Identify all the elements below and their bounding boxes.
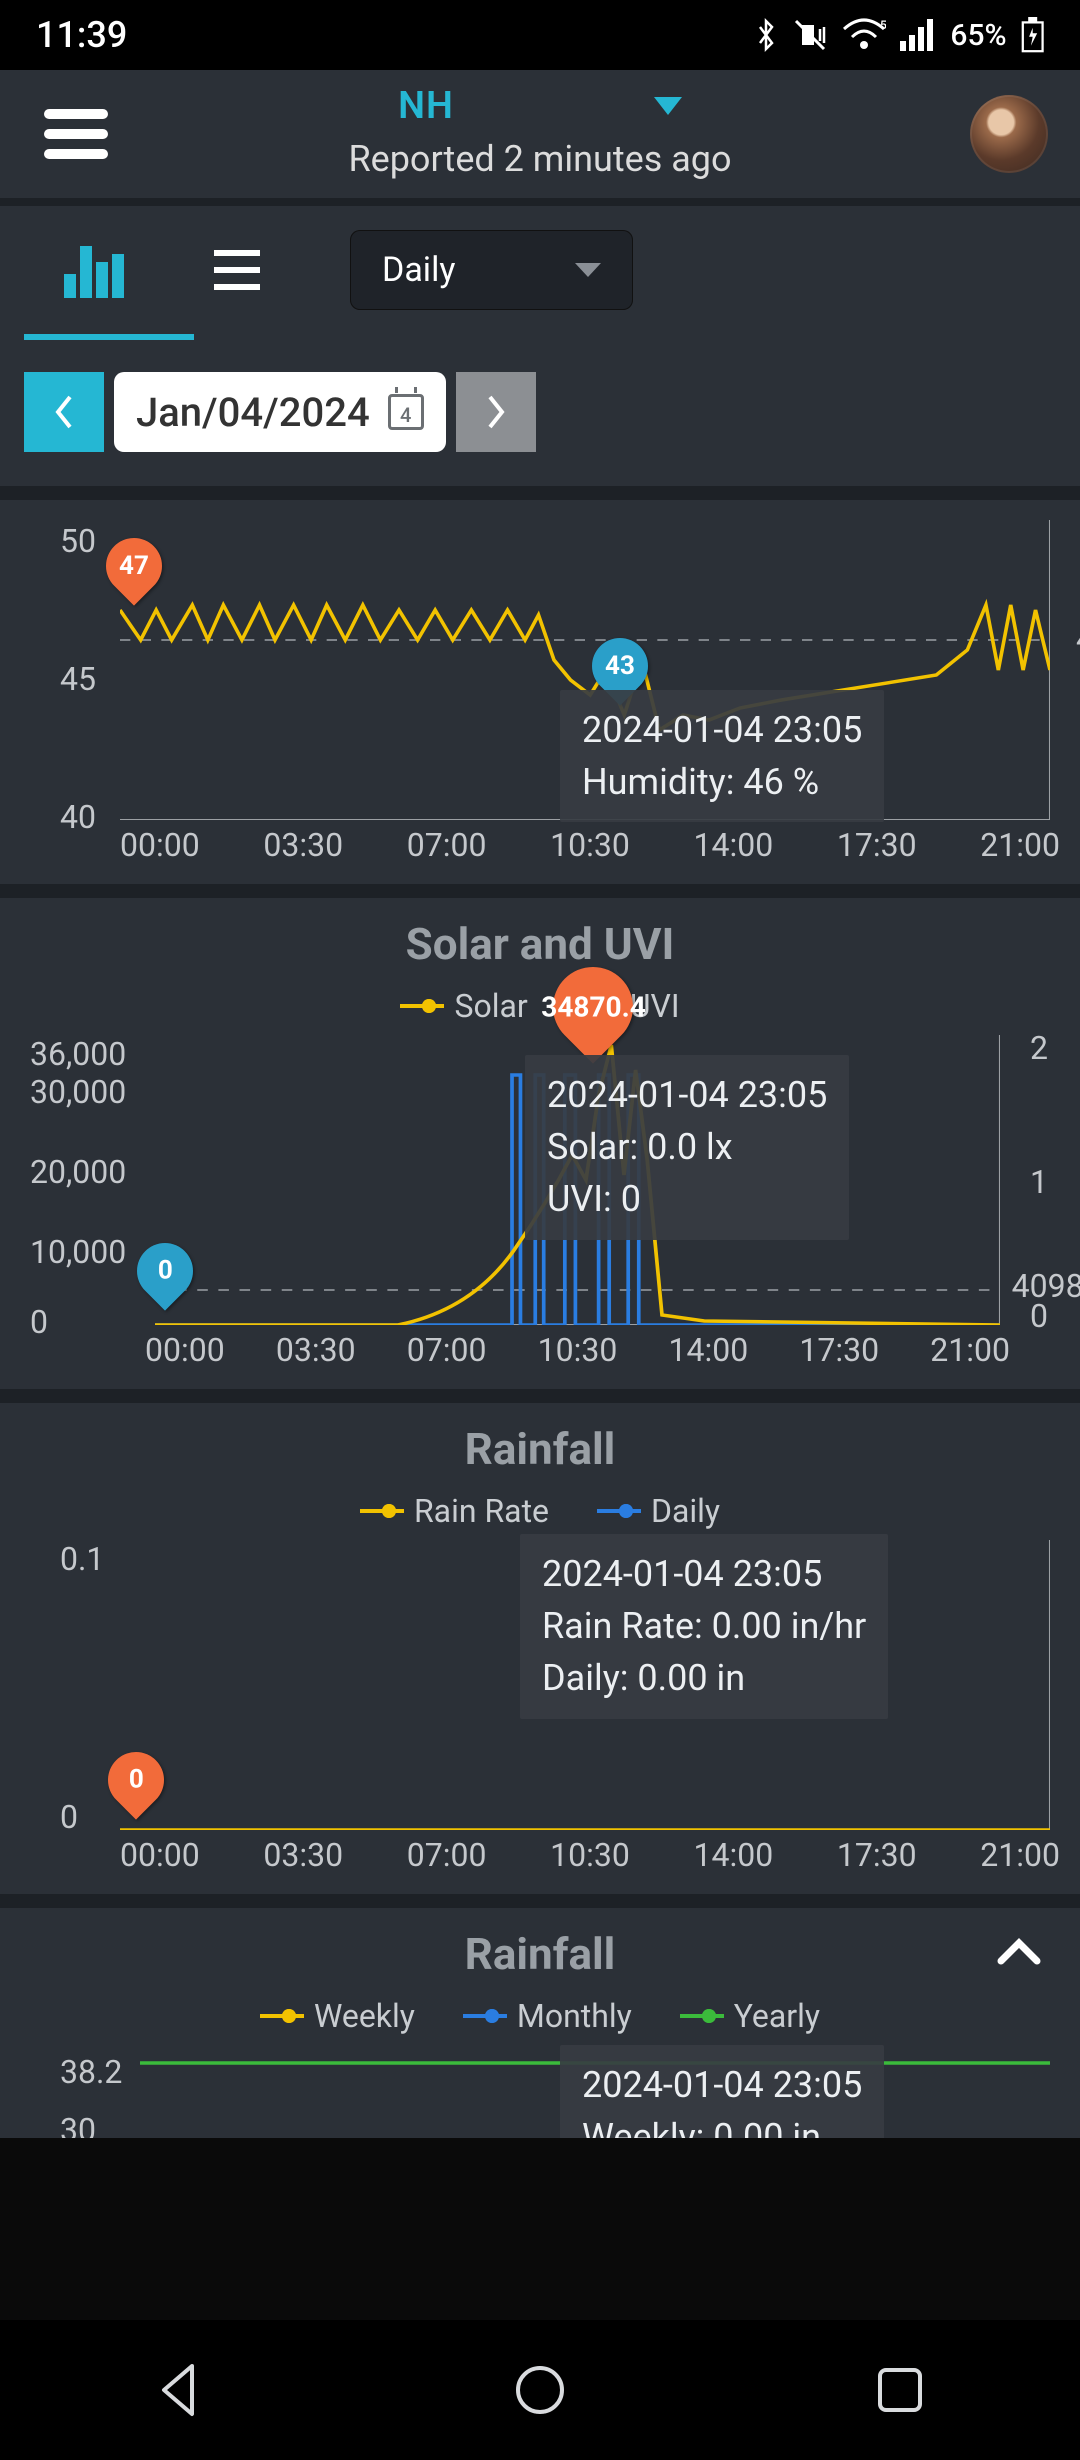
y2-tick: 1	[1030, 1163, 1048, 1201]
avatar[interactable]	[970, 95, 1048, 173]
nav-back-button[interactable]	[150, 2360, 210, 2420]
period-select[interactable]: Daily	[350, 230, 633, 310]
battery-icon	[1021, 17, 1044, 53]
nav-recent-button[interactable]	[870, 2360, 930, 2420]
period-value: Daily	[382, 250, 455, 290]
battery-percent: 65%	[950, 18, 1006, 53]
chart-tooltip: 2024-01-04 23:05 Rain Rate: 0.00 in/hr D…	[520, 1534, 888, 1719]
nav-home-button[interactable]	[510, 2360, 570, 2420]
chart-title: Rainfall	[20, 1928, 1060, 1980]
calendar-icon	[388, 394, 424, 430]
chart-title: Solar and UVI	[20, 918, 1060, 970]
chart-humidity: 50 45 40 47 43 46 2024-01-04 23:05 Humid…	[0, 500, 1080, 876]
tab-indicator	[24, 334, 194, 340]
chart-tooltip: 2024-01-04 23:05 Solar: 0.0 lx UVI: 0	[525, 1055, 849, 1240]
y2-tick: 2	[1030, 1029, 1048, 1067]
y-tick: 45	[60, 660, 96, 698]
y-tick: 0.1	[60, 1540, 104, 1578]
chart-legend: Rain Rate Daily	[20, 1483, 1060, 1530]
x-axis: 00:0003:3007:0010:3014:0017:3021:00	[30, 1325, 1060, 1369]
chart-tooltip: 2024-01-04 23:05 Humidity: 46 %	[560, 690, 884, 822]
date-picker[interactable]: Jan/04/2024	[114, 372, 446, 452]
y-tick: 40	[60, 798, 96, 836]
y-tick: 38.2	[60, 2053, 122, 2091]
status-right: 5 65%	[754, 17, 1044, 53]
date-prev-button[interactable]	[24, 372, 104, 452]
android-navbar	[0, 2320, 1080, 2460]
x-axis: 00:0003:3007:0010:3014:0017:3021:00	[60, 820, 1060, 864]
date-nav: Jan/04/2024	[0, 344, 1080, 486]
chart-solar-uvi: Solar and UVI Solar UVI 36,000 30,000 20…	[0, 898, 1080, 1381]
status-bar: 11:39 5 65%	[0, 0, 1080, 70]
location-name: NH	[398, 84, 454, 128]
y-tick: 0	[60, 1798, 78, 1836]
status-time: 11:39	[36, 14, 127, 56]
tab-list[interactable]	[214, 250, 260, 290]
menu-button[interactable]	[44, 109, 108, 159]
chart-rainfall-rate: Rainfall Rain Rate Daily 0.1 0 0 2024-01…	[0, 1403, 1080, 1886]
bar-chart-icon	[64, 242, 124, 298]
chart-rainfall-accum: Rainfall Weekly Monthly Yearly 38.2 30 2…	[0, 1908, 1080, 2138]
y-tick: 10,000	[30, 1233, 126, 1271]
date-value: Jan/04/2024	[136, 389, 370, 436]
date-next-button[interactable]	[456, 372, 536, 452]
y-tick: 20,000	[30, 1153, 126, 1191]
chart-legend: Weekly Monthly Yearly	[20, 1988, 1060, 2035]
controls-bar: Daily	[0, 206, 1080, 344]
y-tick: 36,000	[30, 1035, 126, 1073]
chart-tooltip: 2024-01-04 23:05 Weekly: 0.00 in	[560, 2045, 884, 2138]
y-tick: 0	[30, 1303, 48, 1341]
chevron-down-icon	[654, 97, 682, 115]
right-annotation: 46	[1076, 620, 1080, 658]
vibrate-mute-icon	[792, 17, 828, 53]
x-axis: 00:0003:3007:0010:3014:0017:3021:00	[60, 1830, 1060, 1874]
wifi-icon: 5	[842, 17, 886, 53]
y-tick: 50	[60, 522, 96, 560]
y-tick: 30,000	[30, 1073, 126, 1111]
y-tick: 30	[60, 2111, 96, 2138]
chevron-down-icon	[575, 263, 601, 277]
tab-charts[interactable]	[64, 242, 124, 298]
app-header: NH Reported 2 minutes ago	[0, 70, 1080, 198]
signal-icon	[900, 17, 936, 53]
svg-text:5: 5	[880, 18, 886, 32]
y2-tick: 0	[1030, 1297, 1048, 1335]
chart-title: Rainfall	[20, 1423, 1060, 1475]
last-reported: Reported 2 minutes ago	[20, 138, 1060, 180]
location-selector[interactable]: NH	[360, 84, 720, 128]
chart-legend: Solar UVI	[20, 978, 1060, 1025]
scroll-to-top-button[interactable]	[984, 1918, 1054, 1988]
bluetooth-icon	[754, 17, 778, 53]
